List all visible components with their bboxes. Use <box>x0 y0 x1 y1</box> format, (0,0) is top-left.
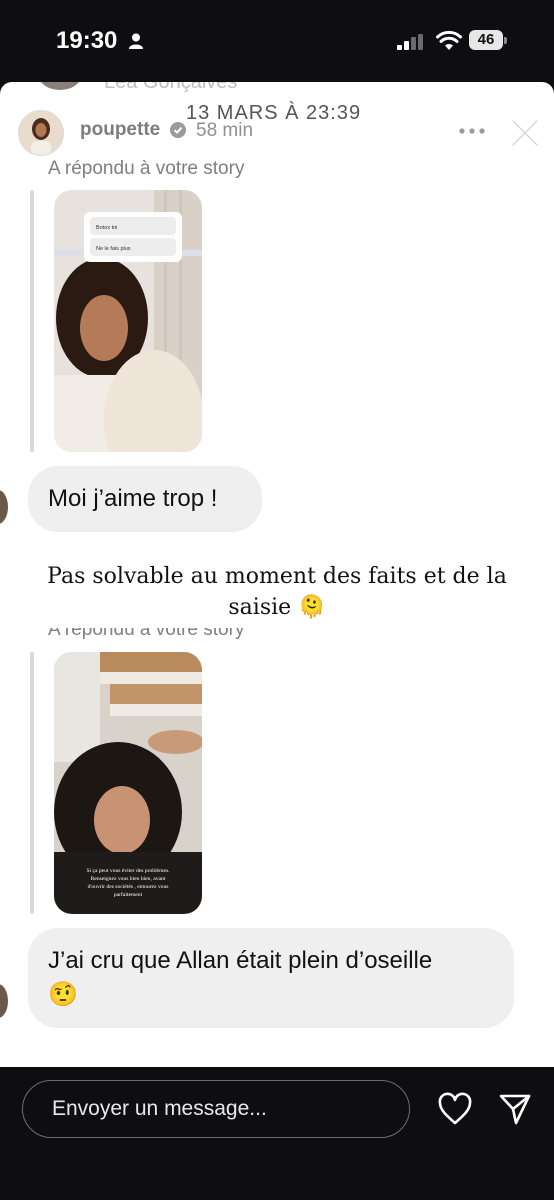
verified-icon <box>170 122 186 138</box>
status-time: 19:30 <box>56 27 118 54</box>
story-card: Lea Gonçalves 13 MARS À 23:39 poupette 5… <box>0 82 554 1067</box>
message-text: Moi j’aime trop ! <box>48 485 218 512</box>
signal-icon <box>397 34 423 50</box>
sender-avatar <box>0 984 8 1018</box>
message-input-placeholder: Envoyer un message... <box>52 1097 267 1120</box>
message-bubble: J’ai cru que Allan était plein d’oseille… <box>28 928 514 1028</box>
message-text: J’ai cru que Allan était plein d’oseille <box>48 947 433 974</box>
svg-text:Renseignez vous bien bien, ava: Renseignez vous bien bien, avant <box>91 876 166 882</box>
quote-bar <box>30 652 34 914</box>
username[interactable]: poupette <box>80 119 160 141</box>
story-caption: Pas solvable au moment des faits et de l… <box>30 561 524 623</box>
status-bar: 19:30 46 <box>0 0 554 82</box>
previous-story-username: Lea Gonçalves <box>104 82 238 93</box>
raised-eyebrow-emoji: 🤨 <box>48 981 78 1008</box>
poll-option: Ne le fais plus <box>96 246 131 252</box>
story-thumbnail[interactable]: Si ça peut vous éviter des problèmes. Re… <box>54 652 202 914</box>
svg-text:d'ouvrir des sociétés , entour: d'ouvrir des sociétés , entourez vous <box>88 884 169 890</box>
reply-label: A répondu à votre story <box>48 158 245 179</box>
poll-option: Botox toi <box>96 225 117 231</box>
message-input[interactable]: Envoyer un message... <box>22 1080 410 1138</box>
send-icon[interactable] <box>498 1092 532 1126</box>
wifi-icon <box>436 30 462 50</box>
previous-story-avatar <box>38 82 82 90</box>
svg-text:Si ça peut vous éviter des pro: Si ça peut vous éviter des problèmes. <box>86 868 170 874</box>
melting-face-emoji: 🫠 <box>298 595 326 620</box>
elapsed-time: 58 min <box>196 120 254 141</box>
battery-percentage: 46 <box>477 31 495 48</box>
message-bubble: Moi j’aime trop ! <box>28 466 262 532</box>
person-icon <box>129 33 143 49</box>
heart-icon[interactable] <box>437 1092 473 1126</box>
battery-icon: 46 <box>469 30 507 52</box>
close-icon[interactable] <box>508 116 542 150</box>
caption-text: Pas solvable au moment des faits et de l… <box>47 564 507 620</box>
sender-avatar <box>0 490 8 524</box>
avatar[interactable] <box>18 110 64 156</box>
more-icon[interactable] <box>454 116 490 146</box>
quote-bar <box>30 190 34 452</box>
story-thumbnail[interactable]: Botox toi Ne le fais plus <box>54 190 202 452</box>
svg-text:parfaitement: parfaitement <box>114 891 143 898</box>
